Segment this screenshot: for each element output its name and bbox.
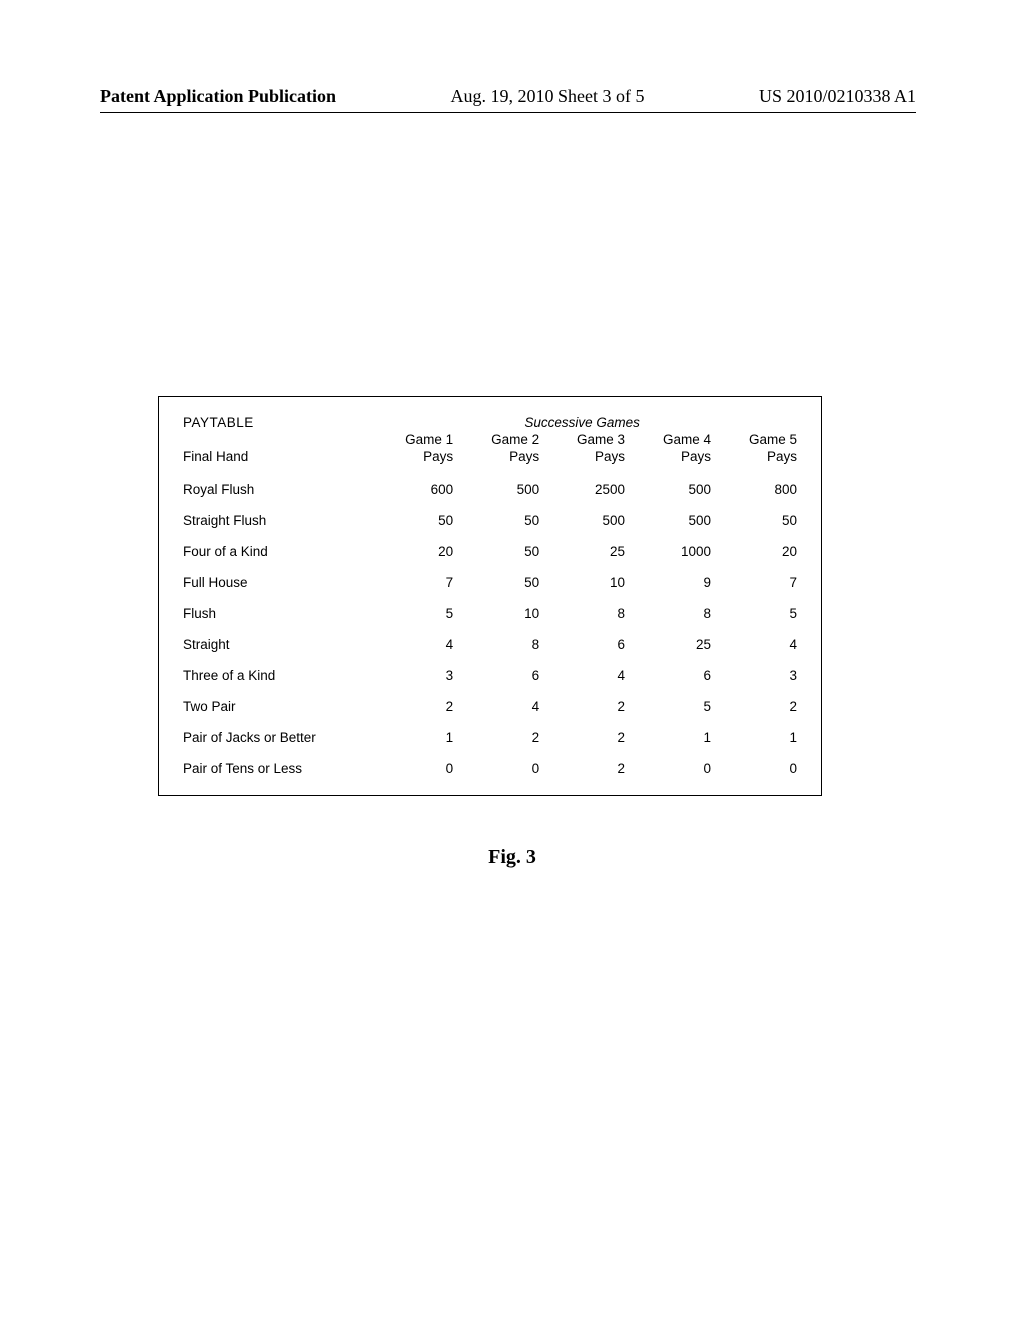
table-row: Straight Flush 50 50 500 500 50 [183,497,797,528]
figure-label: Fig. 3 [0,846,1024,869]
cell: 1 [367,714,453,745]
cell: 5 [711,590,797,621]
cell: 0 [367,745,453,776]
hand-label: Pair of Jacks or Better [183,714,367,745]
col-head-game3: Game 3 Pays [539,432,625,466]
hand-label: Three of a Kind [183,652,367,683]
header-rule [100,112,916,113]
cell: 0 [625,745,711,776]
cell: 500 [539,497,625,528]
col-head-game1-l1: Game 1 [405,432,453,447]
table-row: Royal Flush 600 500 2500 500 800 [183,466,797,497]
cell: 4 [367,621,453,652]
col-head-game2: Game 2 Pays [453,432,539,466]
table-row: Three of a Kind 3 6 4 6 3 [183,652,797,683]
col-head-game3-l2: Pays [595,449,625,464]
cell: 800 [711,466,797,497]
col-head-game1-l2: Pays [423,449,453,464]
cell: 6 [625,652,711,683]
cell: 2 [539,714,625,745]
table-row: Pair of Jacks or Better 1 2 2 1 1 [183,714,797,745]
cell: 600 [367,466,453,497]
col-head-game1: Game 1 Pays [367,432,453,466]
col-head-final-hand: Final Hand [183,432,367,466]
cell: 1 [711,714,797,745]
col-head-game3-l1: Game 3 [577,432,625,447]
cell: 7 [711,559,797,590]
table-row: Full House 7 50 10 9 7 [183,559,797,590]
cell: 50 [367,497,453,528]
cell: 5 [367,590,453,621]
cell: 3 [367,652,453,683]
cell: 2 [539,683,625,714]
cell: 7 [367,559,453,590]
cell: 2 [453,714,539,745]
cell: 20 [367,528,453,559]
paytable-box: PAYTABLE Successive Games Final Hand Gam… [158,396,822,796]
hand-label: Pair of Tens or Less [183,745,367,776]
cell: 0 [453,745,539,776]
cell: 25 [625,621,711,652]
cell: 8 [625,590,711,621]
cell: 4 [453,683,539,714]
cell: 3 [711,652,797,683]
header-left: Patent Application Publication [100,86,336,107]
cell: 9 [625,559,711,590]
hand-label: Flush [183,590,367,621]
table-row: Flush 5 10 8 8 5 [183,590,797,621]
cell: 1 [625,714,711,745]
cell: 4 [711,621,797,652]
cell: 4 [539,652,625,683]
paytable: PAYTABLE Successive Games Final Hand Gam… [183,415,797,776]
cell: 20 [711,528,797,559]
paytable-subhead: Successive Games [367,415,797,432]
cell: 500 [453,466,539,497]
paytable-column-header-row: Final Hand Game 1 Pays Game 2 Pays Game 3 P… [183,432,797,466]
cell: 1000 [625,528,711,559]
header-right: US 2010/0210338 A1 [759,86,916,107]
cell: 2 [367,683,453,714]
cell: 50 [453,497,539,528]
cell: 50 [453,559,539,590]
cell: 50 [453,528,539,559]
paytable-title-row: PAYTABLE Successive Games [183,415,797,432]
cell: 10 [539,559,625,590]
cell: 8 [539,590,625,621]
col-head-game2-l2: Pays [509,449,539,464]
col-head-game4: Game 4 Pays [625,432,711,466]
cell: 5 [625,683,711,714]
col-head-game5-l2: Pays [767,449,797,464]
cell: 2500 [539,466,625,497]
cell: 2 [711,683,797,714]
col-head-game4-l1: Game 4 [663,432,711,447]
table-row: Four of a Kind 20 50 25 1000 20 [183,528,797,559]
cell: 8 [453,621,539,652]
cell: 0 [711,745,797,776]
cell: 6 [539,621,625,652]
hand-label: Straight [183,621,367,652]
hand-label: Four of a Kind [183,528,367,559]
table-row: Pair of Tens or Less 0 0 2 0 0 [183,745,797,776]
col-head-game5-l1: Game 5 [749,432,797,447]
hand-label: Straight Flush [183,497,367,528]
cell: 500 [625,497,711,528]
page-header: Patent Application Publication Aug. 19, … [0,86,1024,107]
paytable-title: PAYTABLE [183,415,367,432]
col-head-game2-l1: Game 2 [491,432,539,447]
cell: 50 [711,497,797,528]
cell: 500 [625,466,711,497]
cell: 2 [539,745,625,776]
hand-label: Royal Flush [183,466,367,497]
header-center: Aug. 19, 2010 Sheet 3 of 5 [451,86,645,107]
col-head-game5: Game 5 Pays [711,432,797,466]
hand-label: Two Pair [183,683,367,714]
cell: 6 [453,652,539,683]
cell: 10 [453,590,539,621]
table-row: Two Pair 2 4 2 5 2 [183,683,797,714]
cell: 25 [539,528,625,559]
col-head-game4-l2: Pays [681,449,711,464]
table-row: Straight 4 8 6 25 4 [183,621,797,652]
hand-label: Full House [183,559,367,590]
